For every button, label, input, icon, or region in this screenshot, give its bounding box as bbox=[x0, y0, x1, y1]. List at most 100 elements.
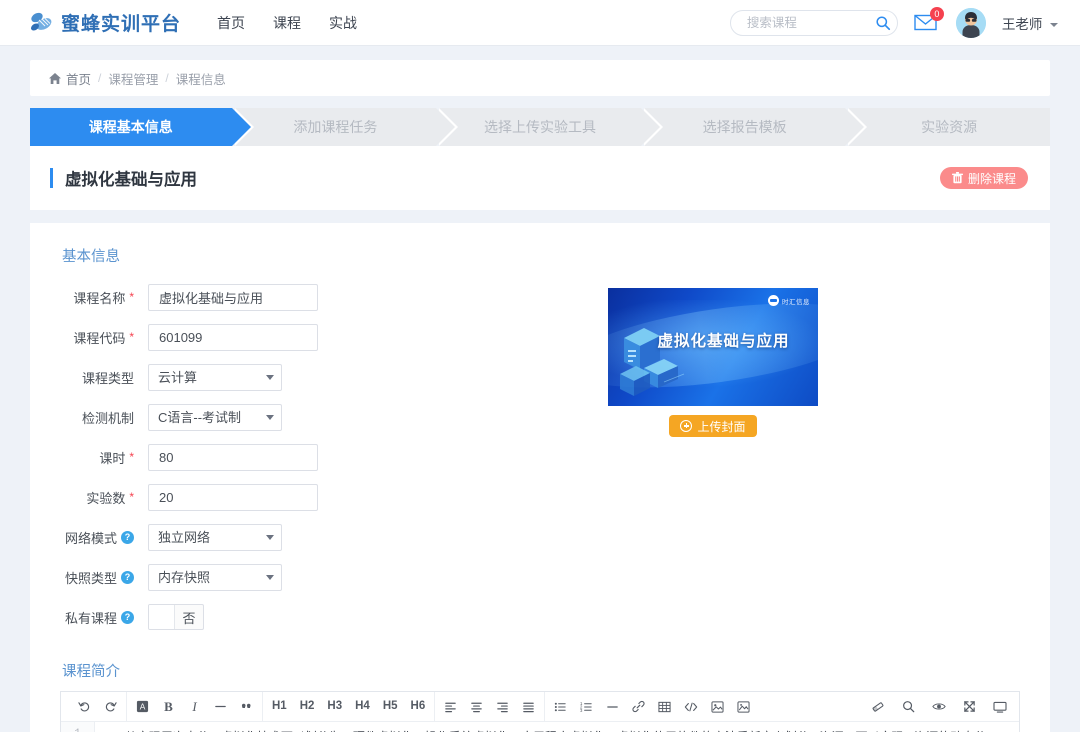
heading-4-icon[interactable]: H4 bbox=[355, 698, 370, 716]
code-icon[interactable] bbox=[684, 698, 698, 716]
messages-button[interactable]: 0 bbox=[914, 12, 940, 34]
search-input[interactable] bbox=[745, 15, 875, 31]
cover-watermark-text: 时汇信息 bbox=[782, 296, 810, 306]
course-type-select[interactable]: 云计算 bbox=[148, 364, 282, 391]
ordered-list-icon[interactable]: 123 bbox=[580, 698, 593, 716]
page-container: 首页 / 课程管理 / 课程信息 课程基本信息 添加课程任务 选择上传实验工具 … bbox=[0, 60, 1080, 732]
strikethrough-icon[interactable] bbox=[214, 698, 227, 716]
toolbar-group-history bbox=[69, 692, 126, 721]
field-row-class-hours: 课时* bbox=[60, 444, 480, 470]
step-wizard: 课程基本信息 添加课程任务 选择上传实验工具 选择报告模板 实验资源 bbox=[30, 108, 1050, 146]
course-cover-image: 虚拟化基础与应用 时汇信息 bbox=[608, 288, 818, 406]
page-title: 虚拟化基础与应用 bbox=[65, 166, 197, 190]
fullscreen-icon[interactable] bbox=[963, 698, 976, 716]
delete-course-label: 删除课程 bbox=[968, 170, 1016, 187]
user-menu[interactable]: 王老师 bbox=[1002, 13, 1058, 33]
trash-icon bbox=[952, 172, 963, 184]
horizontal-rule-icon[interactable] bbox=[606, 698, 619, 716]
step-lab-resources[interactable]: 实验资源 bbox=[848, 108, 1050, 146]
help-icon[interactable]: ? bbox=[121, 611, 134, 624]
quote-icon[interactable] bbox=[240, 698, 253, 716]
detection-mechanism-select-wrap[interactable]: C语言--考试制 bbox=[148, 404, 282, 431]
nav-item-home[interactable]: 首页 bbox=[217, 13, 245, 33]
home-icon bbox=[48, 72, 61, 84]
svg-text:3: 3 bbox=[580, 708, 583, 713]
align-right-icon[interactable] bbox=[496, 698, 509, 716]
toggle-state-label: 否 bbox=[175, 608, 203, 627]
editor-content-area[interactable]: 1 <p>从实现层次来分，虚拟化技术可以划分为：硬件虚拟化，操作系统虚拟化，应用… bbox=[61, 722, 1019, 732]
step-add-tasks[interactable]: 添加课程任务 bbox=[235, 108, 437, 146]
course-title-card: 虚拟化基础与应用 删除课程 bbox=[30, 146, 1050, 210]
label-course-name: 课程名称* bbox=[60, 288, 148, 307]
breadcrumb-item-home[interactable]: 首页 bbox=[66, 69, 91, 88]
step-basic-info[interactable]: 课程基本信息 bbox=[30, 108, 232, 146]
label-experiment-count: 实验数* bbox=[60, 488, 148, 507]
basic-info-form: 课程名称* 课程代码* 课程类型 bbox=[60, 284, 480, 644]
table-icon[interactable] bbox=[658, 698, 671, 716]
field-row-private-course: 私有课程 ? 否 bbox=[60, 604, 480, 630]
delete-course-button[interactable]: 删除课程 bbox=[940, 167, 1028, 189]
search-icon[interactable] bbox=[902, 698, 915, 716]
private-course-toggle[interactable]: 否 bbox=[148, 604, 204, 630]
search-icon[interactable] bbox=[875, 15, 891, 31]
network-mode-select-wrap[interactable]: 独立网络 bbox=[148, 524, 282, 551]
cover-title-text: 虚拟化基础与应用 bbox=[658, 329, 790, 351]
image-icon[interactable] bbox=[711, 698, 724, 716]
markdown-editor: A B I H1 H2 H3 bbox=[60, 691, 1020, 732]
field-row-snapshot-type: 快照类型 ? 内存快照 bbox=[60, 564, 480, 590]
network-mode-select[interactable]: 独立网络 bbox=[148, 524, 282, 551]
nav-item-practice[interactable]: 实战 bbox=[329, 13, 357, 33]
brand[interactable]: 蜜蜂实训平台 bbox=[28, 9, 181, 36]
link-icon[interactable] bbox=[632, 698, 645, 716]
monitor-icon[interactable] bbox=[993, 698, 1007, 716]
eraser-icon[interactable] bbox=[871, 698, 885, 716]
breadcrumb-item-course-management[interactable]: 课程管理 bbox=[108, 69, 158, 88]
breadcrumb-separator: / bbox=[165, 71, 168, 85]
preview-eye-icon[interactable] bbox=[932, 698, 946, 716]
nav-item-courses[interactable]: 课程 bbox=[273, 13, 301, 33]
field-row-course-code: 课程代码* bbox=[60, 324, 480, 350]
align-left-icon[interactable] bbox=[444, 698, 457, 716]
editor-source-text[interactable]: <p>从实现层次来分，虚拟化技术可以划分为：硬件虚拟化，操作系统虚拟化，应用程序… bbox=[95, 722, 1019, 732]
label-detection-mechanism: 检测机制 bbox=[60, 408, 148, 427]
help-icon[interactable]: ? bbox=[121, 571, 134, 584]
undo-icon[interactable] bbox=[78, 698, 91, 716]
toolbar-group-headings: H1 H2 H3 H4 H5 H6 bbox=[262, 692, 434, 721]
align-justify-icon[interactable] bbox=[522, 698, 535, 716]
cover-watermark-logo: 时汇信息 bbox=[768, 295, 810, 306]
heading-3-icon[interactable]: H3 bbox=[327, 698, 342, 716]
font-color-icon[interactable]: A bbox=[136, 698, 149, 716]
snapshot-type-select-wrap[interactable]: 内存快照 bbox=[148, 564, 282, 591]
redo-icon[interactable] bbox=[104, 698, 117, 716]
main-nav: 首页 课程 实战 bbox=[217, 13, 357, 33]
upload-cover-label: 上传封面 bbox=[697, 418, 745, 435]
message-count-badge: 0 bbox=[930, 7, 944, 21]
course-type-select-wrap[interactable]: 云计算 bbox=[148, 364, 282, 391]
step-report-template[interactable]: 选择报告模板 bbox=[644, 108, 846, 146]
step-upload-tools[interactable]: 选择上传实验工具 bbox=[439, 108, 641, 146]
brand-name: 蜜蜂实训平台 bbox=[61, 9, 181, 36]
course-name-input[interactable] bbox=[148, 284, 318, 311]
help-icon[interactable]: ? bbox=[121, 531, 134, 544]
experiment-count-input[interactable] bbox=[148, 484, 318, 511]
upload-cover-wrap: 上传封面 bbox=[608, 415, 818, 437]
align-center-icon[interactable] bbox=[470, 698, 483, 716]
heading-6-icon[interactable]: H6 bbox=[411, 698, 426, 716]
course-code-input[interactable] bbox=[148, 324, 318, 351]
class-hours-input[interactable] bbox=[148, 444, 318, 471]
bullet-list-icon[interactable] bbox=[554, 698, 567, 716]
italic-icon[interactable]: I bbox=[188, 698, 201, 716]
heading-5-icon[interactable]: H5 bbox=[383, 698, 398, 716]
user-name: 王老师 bbox=[1002, 17, 1043, 32]
detection-mechanism-select[interactable]: C语言--考试制 bbox=[148, 404, 282, 431]
file-upload-icon[interactable] bbox=[737, 698, 750, 716]
heading-1-icon[interactable]: H1 bbox=[272, 698, 287, 716]
toolbar-group-align bbox=[434, 692, 544, 721]
heading-2-icon[interactable]: H2 bbox=[300, 698, 315, 716]
upload-cover-button[interactable]: 上传封面 bbox=[669, 415, 756, 437]
label-snapshot-type: 快照类型 ? bbox=[60, 568, 148, 587]
avatar[interactable] bbox=[956, 8, 986, 38]
search-box[interactable] bbox=[730, 10, 898, 36]
snapshot-type-select[interactable]: 内存快照 bbox=[148, 564, 282, 591]
bold-icon[interactable]: B bbox=[162, 698, 175, 716]
